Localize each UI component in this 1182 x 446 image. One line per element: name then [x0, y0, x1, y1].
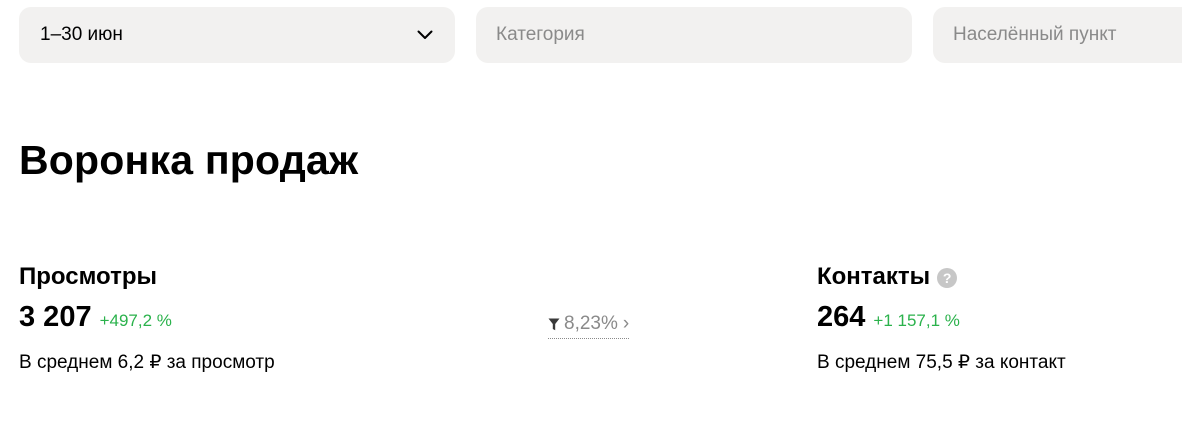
views-delta: +497,2 % [99, 311, 172, 330]
views-average: В среднем 6,2 ₽ за просмотр [19, 352, 275, 373]
city-field[interactable]: Населённый пункт [933, 7, 1182, 63]
city-placeholder: Населённый пункт [953, 24, 1117, 45]
contacts-value-row: 264 +1 157,1 % [817, 301, 1066, 335]
filters-bar: 1–30 июн Категория Населённый пункт [19, 7, 1182, 63]
period-select[interactable]: 1–30 июн [19, 7, 455, 63]
page: 1–30 июн Категория Населённый пункт Воро… [0, 0, 1182, 446]
contacts-title: Контакты [817, 263, 931, 290]
contacts-title-row: Контакты ? [817, 261, 1066, 293]
conversion-link[interactable]: 8,23% › [548, 313, 630, 339]
category-placeholder: Категория [496, 24, 585, 45]
conversion-value: 8,23% [564, 313, 618, 334]
funnel-icon [548, 318, 560, 331]
contacts-value: 264 [817, 301, 866, 333]
contacts-metric: Контакты ? 264 +1 157,1 % В среднем 75,5… [817, 261, 1066, 374]
page-title: Воронка продаж [19, 137, 359, 183]
chevron-right-icon: › [622, 313, 630, 334]
views-metric: Просмотры 3 207 +497,2 % В среднем 6,2 ₽… [19, 261, 275, 374]
views-title-row: Просмотры [19, 261, 275, 293]
contacts-delta: +1 157,1 % [873, 311, 960, 330]
views-value: 3 207 [19, 301, 92, 333]
period-value: 1–30 июн [40, 24, 123, 45]
help-icon[interactable]: ? [937, 268, 958, 288]
chevron-down-icon [417, 30, 433, 40]
category-field[interactable]: Категория [476, 7, 912, 63]
contacts-average: В среднем 75,5 ₽ за контакт [817, 352, 1066, 373]
views-value-row: 3 207 +497,2 % [19, 301, 275, 335]
views-title: Просмотры [19, 263, 158, 290]
